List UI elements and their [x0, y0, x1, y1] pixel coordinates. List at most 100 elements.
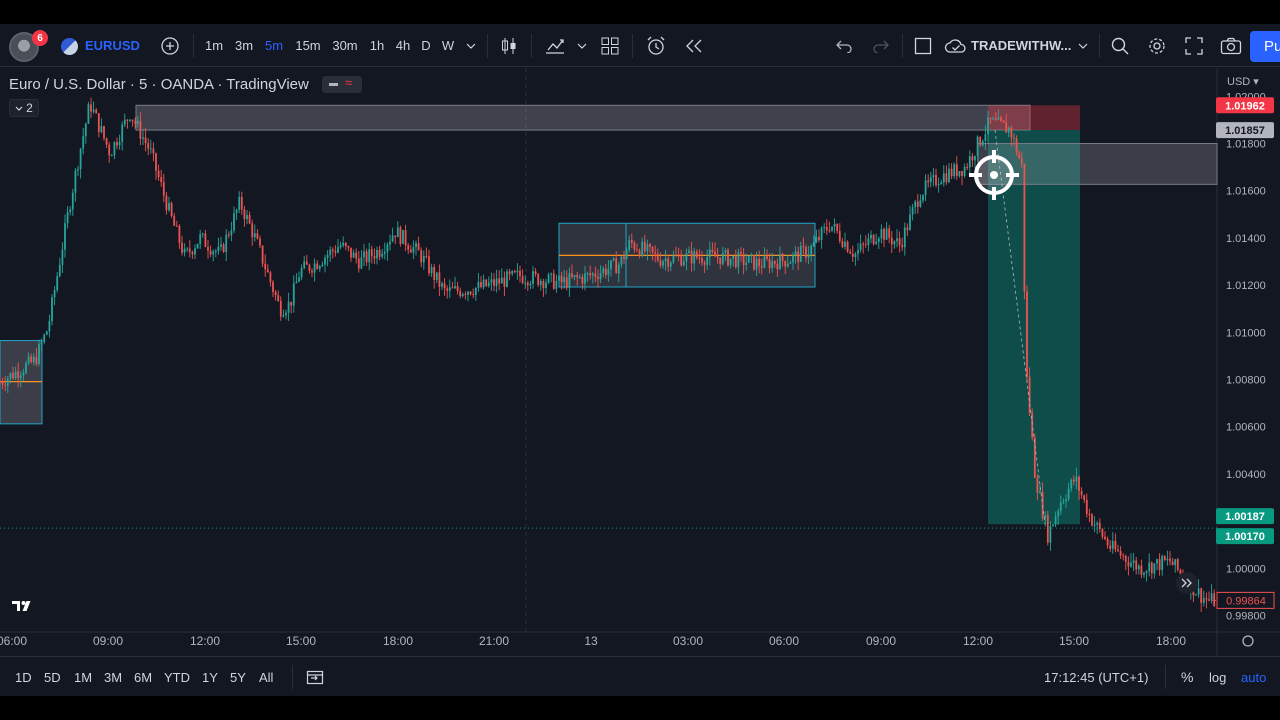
gap-zone-rect[interactable]	[977, 143, 1218, 185]
candle-body	[1078, 476, 1080, 491]
candle-body	[186, 248, 189, 250]
candle-body	[82, 136, 85, 149]
range-5D[interactable]: 5D	[44, 657, 61, 697]
axis-settings-icon[interactable]	[1242, 635, 1254, 647]
redo-button[interactable]	[869, 24, 893, 67]
candle-body	[1117, 549, 1119, 552]
candle-body	[227, 234, 230, 236]
range-All[interactable]: All	[259, 657, 273, 697]
timeframe-3m[interactable]: 3m	[233, 24, 255, 67]
range-3M[interactable]: 3M	[104, 657, 122, 697]
alert-button[interactable]	[643, 24, 669, 67]
candle-body	[721, 252, 724, 264]
publish-button[interactable]: Pu	[1250, 31, 1280, 62]
candle-body	[643, 241, 646, 252]
clock-timezone[interactable]: 17:12:45 (UTC+1)	[1044, 657, 1148, 697]
currency-label[interactable]: USD ▾	[1227, 76, 1259, 88]
candle-body	[898, 238, 901, 246]
range-6M[interactable]: 6M	[134, 657, 152, 697]
candle-body	[680, 255, 683, 266]
plus-circle-icon	[161, 36, 179, 55]
candle-body	[578, 276, 581, 278]
timeframe-W[interactable]: W	[440, 24, 456, 67]
candle-body	[248, 215, 251, 224]
candle-body	[929, 177, 932, 183]
candle-body	[443, 283, 446, 289]
candle-body	[1085, 499, 1088, 515]
cloud-save-button[interactable]	[942, 24, 970, 67]
replay-button[interactable]	[681, 24, 707, 67]
indicators-button[interactable]	[542, 24, 568, 67]
candle-body	[807, 254, 810, 258]
gear-icon	[1149, 37, 1165, 54]
indicators-collapse-button[interactable]: 2	[9, 99, 39, 117]
fullscreen-button[interactable]	[1182, 24, 1206, 67]
candle-body	[576, 275, 579, 278]
candle-body	[779, 254, 781, 270]
settings-button[interactable]	[1145, 24, 1169, 67]
candle-body	[342, 243, 345, 246]
candle-body	[347, 246, 350, 248]
timeframe-15m[interactable]: 15m	[294, 24, 322, 67]
candle-body	[1161, 556, 1164, 570]
scroll-to-realtime-button[interactable]	[1176, 572, 1198, 594]
tradingview-logo[interactable]	[9, 594, 37, 618]
candle-body	[1000, 117, 1002, 121]
indicators-dropdown[interactable]	[574, 24, 590, 67]
time-tick-label: 15:00	[286, 634, 316, 648]
candle-body	[1018, 153, 1021, 159]
supply-zone-rect[interactable]	[135, 104, 1031, 131]
notification-badge: 6	[32, 30, 48, 46]
candle-body	[121, 124, 124, 142]
chart-type-button[interactable]	[497, 24, 521, 67]
auto-scale-toggle[interactable]: auto	[1241, 657, 1266, 697]
range-5Y[interactable]: 5Y	[230, 657, 246, 697]
layout-name[interactable]: TRADEWITHW...	[971, 24, 1071, 67]
candle-body	[337, 247, 339, 253]
candle-body	[38, 344, 40, 365]
candle-body	[272, 282, 274, 293]
candle-body	[344, 243, 347, 247]
timeframe-30m[interactable]: 30m	[331, 24, 359, 67]
snapshot-button[interactable]	[1218, 24, 1244, 67]
candle-body	[950, 168, 953, 177]
range-1M[interactable]: 1M	[74, 657, 92, 697]
candle-body	[828, 230, 831, 232]
timeframe-D[interactable]: D	[419, 24, 433, 67]
add-symbol-button[interactable]	[158, 24, 182, 67]
price-chart[interactable]: 1.020001.018001.016001.014001.012001.010…	[0, 24, 1280, 696]
percent-scale-toggle[interactable]: %	[1181, 657, 1193, 697]
layout-dropdown[interactable]	[1075, 24, 1091, 67]
candle-body	[862, 243, 865, 245]
candle-body	[482, 279, 485, 288]
candle-body	[339, 245, 342, 248]
stop-price-badge: 1.01962	[1225, 100, 1265, 112]
timeframe-1h[interactable]: 1h	[367, 24, 387, 67]
candle-body	[612, 258, 615, 261]
candle-body	[74, 170, 77, 193]
symbol-search-button[interactable]: EURUSD	[85, 24, 140, 67]
candle-body	[901, 245, 904, 248]
legend-status-pill[interactable]: ≈	[322, 75, 362, 93]
timeframe-4h[interactable]: 4h	[393, 24, 413, 67]
goto-date-button[interactable]	[306, 657, 324, 697]
range-YTD[interactable]: YTD	[164, 657, 190, 697]
range-1D[interactable]: 1D	[15, 657, 32, 697]
timeframe-5m[interactable]: 5m	[263, 24, 285, 67]
templates-button[interactable]	[598, 24, 622, 67]
candle-body	[438, 272, 441, 287]
candle-body	[1163, 556, 1166, 561]
layout-select-button[interactable]	[911, 24, 935, 67]
price-tick-label: 1.01600	[1226, 186, 1266, 198]
timeframe-dropdown[interactable]	[463, 24, 479, 67]
range-1Y[interactable]: 1Y	[202, 657, 218, 697]
candle-body	[277, 295, 280, 301]
timeframe-1m[interactable]: 1m	[203, 24, 225, 67]
candle-body	[396, 227, 399, 238]
candle-body	[716, 256, 719, 258]
candle-body	[48, 321, 51, 332]
log-scale-toggle[interactable]: log	[1209, 657, 1226, 697]
candle-body	[477, 282, 480, 288]
search-button[interactable]	[1108, 24, 1132, 67]
undo-button[interactable]	[832, 24, 856, 67]
